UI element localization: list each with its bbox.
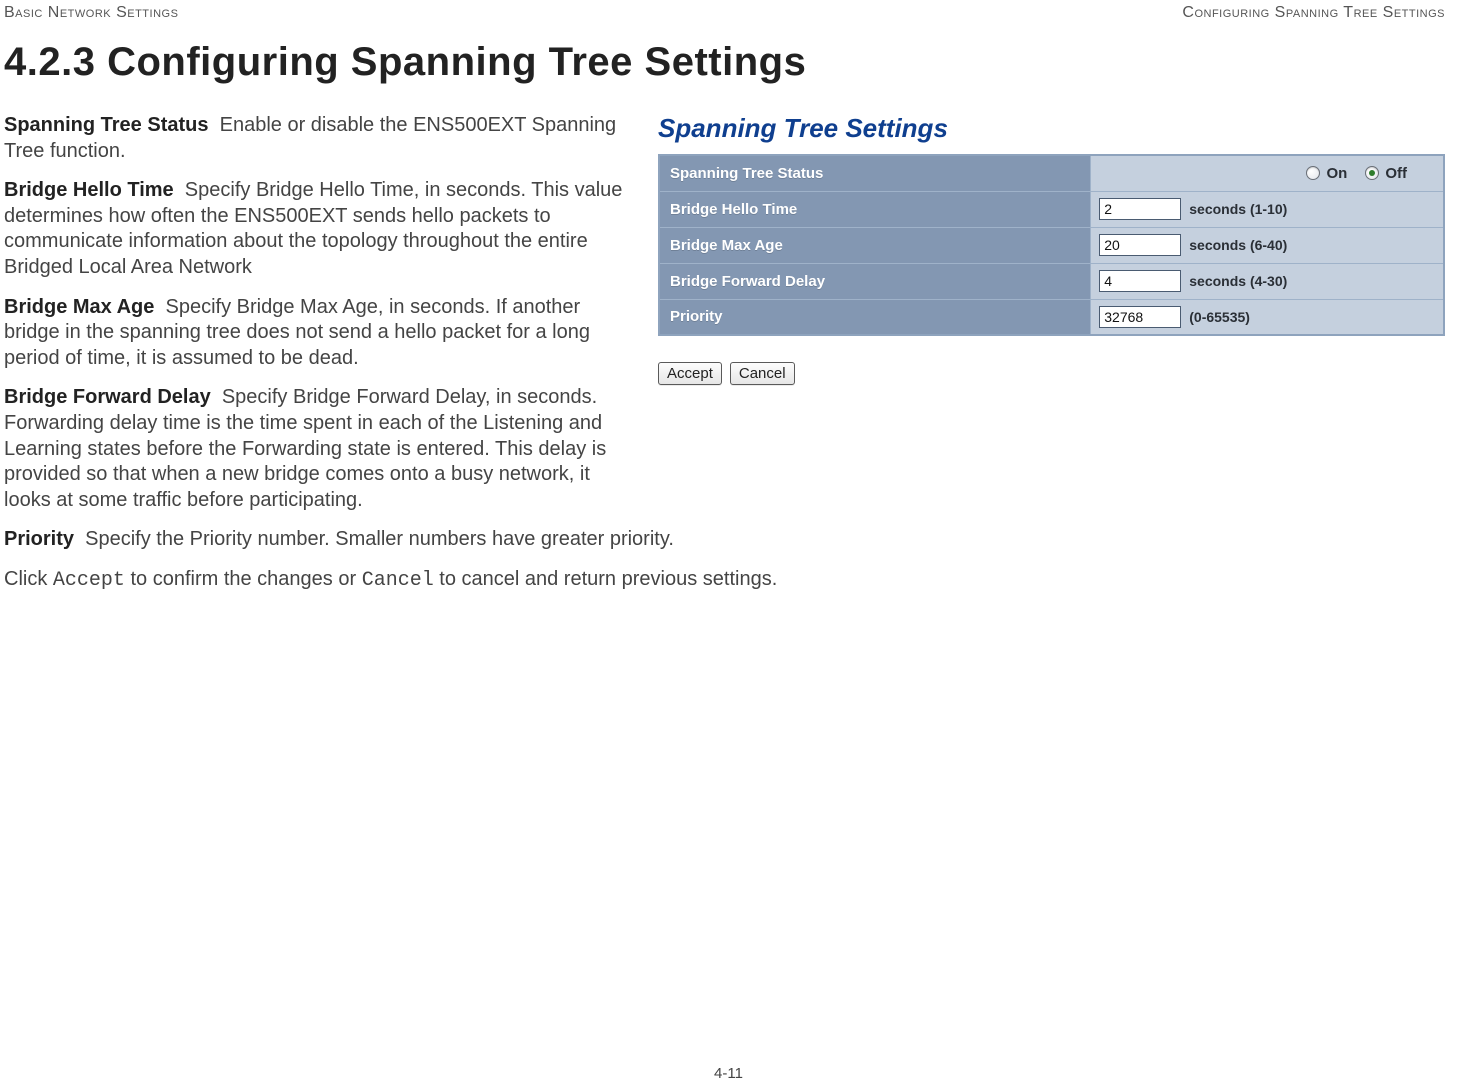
row-status-value: On Off [1091, 155, 1444, 191]
closing-accept-code: Accept [53, 569, 125, 592]
page-number: 4-11 [714, 1065, 743, 1082]
content-columns: Spanning Tree Status Enable or disable t… [4, 113, 1445, 527]
hello-input[interactable] [1099, 198, 1181, 220]
closing-mid: to confirm the changes or [125, 568, 362, 590]
row-maxage-value: seconds (6-40) [1091, 227, 1444, 263]
button-row: Accept Cancel [658, 362, 1445, 385]
status-on-option[interactable]: On [1306, 165, 1347, 182]
status-off-option[interactable]: Off [1365, 165, 1407, 182]
maxage-hint: seconds (6-40) [1189, 237, 1287, 253]
row-priority: Priority (0-65535) [659, 299, 1444, 335]
page-running-header: Basic Network Settings Configuring Spann… [4, 4, 1445, 22]
description-fullwidth: Priority Specify the Priority number. Sm… [4, 527, 1445, 593]
priority-input[interactable] [1099, 306, 1181, 328]
desc-status: Spanning Tree Status Enable or disable t… [4, 113, 640, 164]
desc-maxage: Bridge Max Age Specify Bridge Max Age, i… [4, 295, 640, 372]
status-off-label: Off [1385, 165, 1407, 182]
row-fwd-value: seconds (4-30) [1091, 263, 1444, 299]
row-maxage-label: Bridge Max Age [659, 227, 1091, 263]
description-column: Spanning Tree Status Enable or disable t… [4, 113, 640, 527]
maxage-input[interactable] [1099, 234, 1181, 256]
row-hello-value: seconds (1-10) [1091, 191, 1444, 227]
section-heading: 4.2.3 Configuring Spanning Tree Settings [4, 40, 1445, 85]
row-fwd: Bridge Forward Delay seconds (4-30) [659, 263, 1444, 299]
row-priority-label: Priority [659, 299, 1091, 335]
hello-hint: seconds (1-10) [1189, 201, 1287, 217]
fwd-hint: seconds (4-30) [1189, 273, 1287, 289]
desc-fwd-label: Bridge Forward Delay [4, 386, 211, 408]
desc-fwd: Bridge Forward Delay Specify Bridge Forw… [4, 385, 640, 513]
header-left: Basic Network Settings [4, 4, 178, 22]
desc-maxage-label: Bridge Max Age [4, 296, 154, 318]
desc-hello: Bridge Hello Time Specify Bridge Hello T… [4, 178, 640, 280]
closing-pre: Click [4, 568, 53, 590]
section-title-text: Configuring Spanning Tree Settings [107, 40, 806, 84]
cancel-button[interactable]: Cancel [730, 362, 795, 385]
settings-panel: Spanning Tree Settings Spanning Tree Sta… [658, 113, 1445, 385]
closing-cancel-code: Cancel [362, 569, 434, 592]
accept-button[interactable]: Accept [658, 362, 722, 385]
desc-hello-label: Bridge Hello Time [4, 179, 174, 201]
row-status-label: Spanning Tree Status [659, 155, 1091, 191]
fwd-input[interactable] [1099, 270, 1181, 292]
radio-icon [1306, 166, 1320, 180]
desc-status-label: Spanning Tree Status [4, 114, 208, 136]
desc-priority-label: Priority [4, 528, 74, 550]
header-right: Configuring Spanning Tree Settings [1182, 4, 1445, 22]
desc-closing: Click Accept to confirm the changes or C… [4, 567, 1445, 594]
panel-title: Spanning Tree Settings [658, 113, 1445, 144]
priority-hint: (0-65535) [1189, 309, 1250, 325]
closing-post: to cancel and return previous settings. [434, 568, 778, 590]
row-maxage: Bridge Max Age seconds (6-40) [659, 227, 1444, 263]
row-status: Spanning Tree Status On Off [659, 155, 1444, 191]
settings-table: Spanning Tree Status On Off [658, 154, 1445, 336]
desc-priority: Priority Specify the Priority number. Sm… [4, 527, 1445, 553]
row-hello: Bridge Hello Time seconds (1-10) [659, 191, 1444, 227]
row-hello-label: Bridge Hello Time [659, 191, 1091, 227]
status-on-label: On [1326, 165, 1347, 182]
status-radio-group: On Off [1099, 165, 1435, 182]
desc-priority-text: Specify the Priority number. Smaller num… [85, 528, 674, 550]
row-priority-value: (0-65535) [1091, 299, 1444, 335]
radio-icon [1365, 166, 1379, 180]
row-fwd-label: Bridge Forward Delay [659, 263, 1091, 299]
section-number: 4.2.3 [4, 40, 95, 84]
